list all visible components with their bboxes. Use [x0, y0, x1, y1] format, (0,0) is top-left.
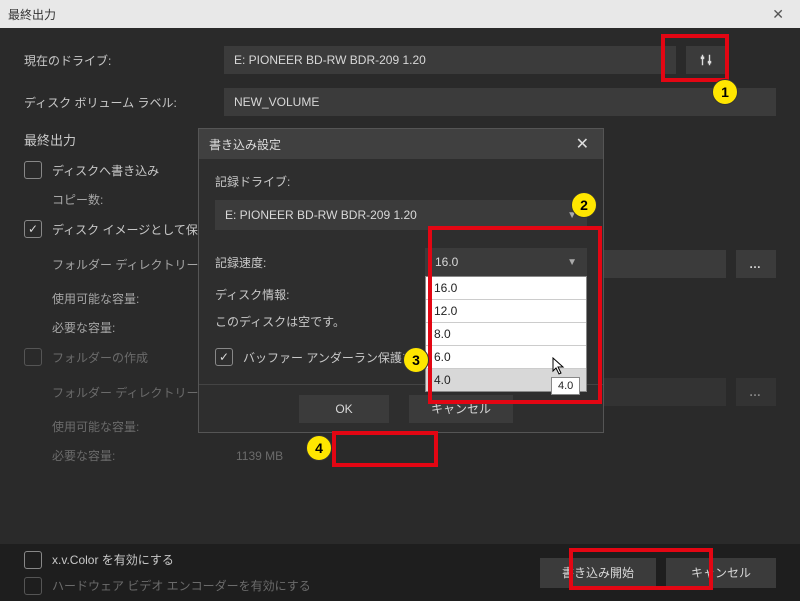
speed-option[interactable]: 16.0: [426, 277, 586, 300]
speed-tooltip: 4.0: [551, 377, 580, 395]
dialog-ok-button[interactable]: OK: [299, 395, 389, 423]
volume-label-field[interactable]: NEW_VOLUME: [224, 88, 776, 116]
hw-encoder-label: ハードウェア ビデオ エンコーダーを有効にする: [52, 577, 311, 594]
ellipsis-icon: …: [749, 257, 763, 271]
current-drive-field[interactable]: E: PIONEER BD-RW BDR-209 1.20: [224, 46, 676, 74]
footer: x.v.Color を有効にする ハードウェア ビデオ エンコーダーを有効にする…: [0, 544, 800, 601]
create-folder-checkbox[interactable]: [24, 348, 42, 366]
xvcolor-checkbox[interactable]: [24, 551, 42, 569]
caret-down-icon: ▼: [567, 257, 577, 268]
xvcolor-label: x.v.Color を有効にする: [52, 551, 174, 568]
buffer-underrun-checkbox[interactable]: [215, 348, 233, 366]
save-as-image-label: ディスク イメージとして保存: [52, 221, 210, 238]
caret-down-icon: ▼: [567, 210, 577, 221]
volume-label-label: ディスク ボリューム ラベル:: [24, 94, 224, 111]
burn-settings-dialog: 書き込み設定 ✕ 記録ドライブ: E: PIONEER BD-RW BDR-20…: [198, 128, 604, 433]
rec-drive-label: 記録ドライブ:: [215, 173, 587, 190]
rec-drive-value: E: PIONEER BD-RW BDR-209 1.20: [225, 208, 417, 222]
rec-speed-value: 16.0: [435, 255, 458, 269]
rec-drive-select[interactable]: E: PIONEER BD-RW BDR-209 1.20 ▼: [215, 200, 587, 230]
rec-speed-label: 記録速度:: [215, 254, 425, 271]
write-to-disc-label: ディスクへ書き込み: [52, 162, 159, 179]
needed-value2: 1139 MB: [236, 449, 283, 463]
mouse-cursor-icon: [552, 357, 566, 378]
close-icon[interactable]: ✕: [764, 0, 792, 28]
dialog-titlebar: 書き込み設定 ✕: [199, 129, 603, 159]
dialog-close-icon[interactable]: ✕: [572, 134, 593, 154]
hw-encoder-checkbox: [24, 577, 42, 595]
start-burn-button[interactable]: 書き込み開始: [540, 558, 656, 588]
speed-option[interactable]: 8.0: [426, 323, 586, 346]
window-title: 最終出力: [8, 6, 56, 23]
window-titlebar: 最終出力 ✕: [0, 0, 800, 28]
dialog-cancel-button[interactable]: キャンセル: [409, 395, 513, 423]
browse-folder-button: …: [736, 378, 776, 406]
write-to-disc-checkbox[interactable]: [24, 161, 42, 179]
save-as-image-checkbox[interactable]: [24, 220, 42, 238]
burn-settings-button[interactable]: [686, 46, 726, 74]
footer-cancel-button[interactable]: キャンセル: [666, 558, 776, 588]
needed-label2: 必要な容量:: [52, 447, 224, 464]
create-folder-label: フォルダーの作成: [52, 349, 148, 366]
buffer-underrun-label: バッファー アンダーラン保護を含める: [243, 349, 450, 366]
sliders-icon: [699, 53, 713, 67]
speed-option[interactable]: 12.0: [426, 300, 586, 323]
current-drive-label: 現在のドライブ:: [24, 52, 224, 69]
ellipsis-icon: …: [749, 385, 763, 399]
dialog-title: 書き込み設定: [209, 136, 281, 153]
rec-speed-select[interactable]: 16.0 ▼ 16.012.08.06.04.0: [425, 248, 587, 276]
browse-iso-button[interactable]: …: [736, 250, 776, 278]
